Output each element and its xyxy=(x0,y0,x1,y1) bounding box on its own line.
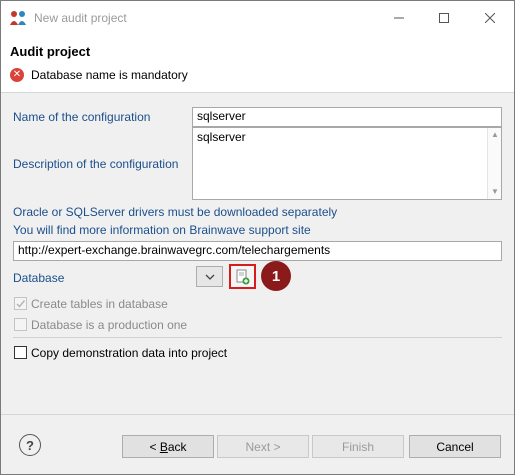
create-tables-checkbox[interactable] xyxy=(14,297,27,310)
production-checkbox[interactable] xyxy=(14,318,27,331)
database-add-icon xyxy=(236,269,249,284)
drivers-notice: Oracle or SQLServer drivers must be down… xyxy=(13,205,338,219)
minimize-button[interactable] xyxy=(376,1,422,35)
close-icon xyxy=(485,13,495,23)
callout-badge: 1 xyxy=(261,261,291,291)
maximize-icon xyxy=(439,13,449,23)
cancel-button[interactable]: Cancel xyxy=(409,435,501,458)
description-label: Description of the configuration xyxy=(13,157,179,171)
description-text: sqlserver xyxy=(197,130,246,144)
error-message: Database name is mandatory xyxy=(31,68,188,82)
back-mnemonic: B xyxy=(159,439,168,454)
demo-data-checkbox[interactable] xyxy=(14,346,27,359)
dialog-window: New audit project Audit project ✕ Databa… xyxy=(0,0,515,475)
close-button[interactable] xyxy=(467,1,513,35)
title-bar: New audit project xyxy=(1,1,514,35)
database-dropdown[interactable] xyxy=(196,266,223,287)
error-icon: ✕ xyxy=(10,68,24,82)
chevron-down-icon xyxy=(205,274,214,280)
form-area: Name of the configuration sqlserver Desc… xyxy=(1,94,514,414)
next-button[interactable]: Next > xyxy=(217,435,309,458)
config-name-input[interactable]: sqlserver xyxy=(192,107,502,127)
support-notice: You will find more information on Brainw… xyxy=(13,223,311,237)
help-button[interactable]: ? xyxy=(19,434,41,456)
window-title: New audit project xyxy=(34,11,127,25)
production-label: Database is a production one xyxy=(31,318,188,332)
demo-data-label: Copy demonstration data into project xyxy=(31,346,228,360)
back-prefix: < xyxy=(149,439,160,454)
minimize-icon xyxy=(394,17,404,19)
config-name-label: Name of the configuration xyxy=(13,110,151,124)
create-tables-label: Create tables in database xyxy=(31,297,168,311)
back-rest: ack xyxy=(167,439,187,454)
add-database-button[interactable] xyxy=(229,264,256,289)
finish-button[interactable]: Finish xyxy=(312,435,404,458)
separator xyxy=(13,337,502,338)
checkmark-icon xyxy=(16,300,26,308)
description-textarea[interactable]: sqlserver ▲ ▼ xyxy=(192,127,502,200)
back-button[interactable]: < Back xyxy=(122,435,214,458)
scroll-down-icon[interactable]: ▼ xyxy=(490,187,500,197)
people-app-icon xyxy=(10,11,26,25)
page-title: Audit project xyxy=(10,44,91,59)
help-icon: ? xyxy=(26,437,34,453)
wizard-header: Audit project ✕ Database name is mandato… xyxy=(1,35,514,93)
footer-separator xyxy=(1,414,514,415)
description-scrollbar[interactable]: ▲ ▼ xyxy=(487,128,501,199)
database-label: Database xyxy=(13,271,65,285)
maximize-button[interactable] xyxy=(421,1,467,35)
support-url-field[interactable]: http://expert-exchange.brainwavegrc.com/… xyxy=(13,241,502,261)
scroll-up-icon[interactable]: ▲ xyxy=(490,130,500,140)
